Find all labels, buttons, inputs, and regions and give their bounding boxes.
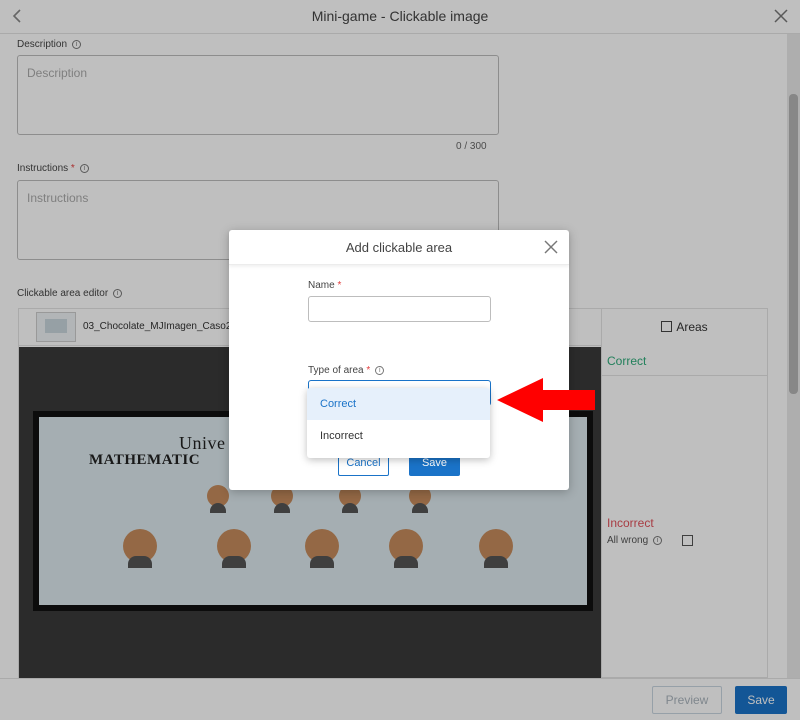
info-icon[interactable]: i	[375, 365, 385, 375]
name-label: Name *	[308, 280, 342, 291]
modal-header: Add clickable area	[229, 230, 569, 265]
red-arrow-icon	[497, 378, 595, 422]
name-input[interactable]	[308, 296, 491, 322]
option-correct[interactable]: Correct	[307, 388, 490, 420]
type-dropdown: Correct Incorrect	[307, 388, 490, 458]
modal-title: Add clickable area	[345, 240, 453, 255]
close-icon[interactable]	[543, 239, 559, 255]
type-label: Type of area * i	[308, 365, 385, 376]
option-incorrect[interactable]: Incorrect	[307, 420, 490, 452]
